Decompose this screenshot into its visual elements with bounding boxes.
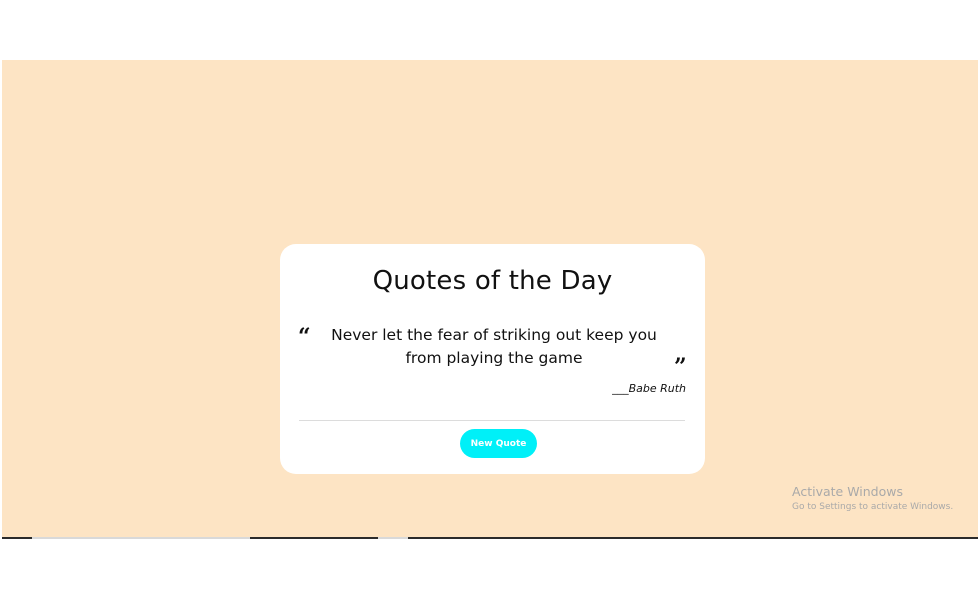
quote-card: Quotes of the Day “ Never let the fear o… [280, 244, 705, 474]
card-divider [299, 420, 685, 421]
watermark-subtitle: Go to Settings to activate Windows. [792, 502, 954, 512]
watermark-title: Activate Windows [792, 484, 903, 499]
taskbar-segment [32, 537, 250, 539]
author-prefix: ___ [612, 382, 629, 395]
quote-author: ___Babe Ruth [612, 382, 686, 395]
activate-windows-watermark: Activate Windows Go to Settings to activ… [792, 484, 953, 514]
taskbar-segment [378, 537, 408, 539]
close-quote-icon: ” [674, 354, 687, 380]
page-title: Quotes of the Day [372, 266, 613, 296]
taskbar-edge [2, 537, 978, 539]
open-quote-icon: “ [298, 324, 311, 350]
author-name: Babe Ruth [628, 382, 686, 395]
page-viewport: Quotes of the Day “ Never let the fear o… [2, 60, 978, 537]
new-quote-button[interactable]: New Quote [460, 429, 537, 458]
quote-text: Never let the fear of striking out keep … [331, 326, 657, 367]
